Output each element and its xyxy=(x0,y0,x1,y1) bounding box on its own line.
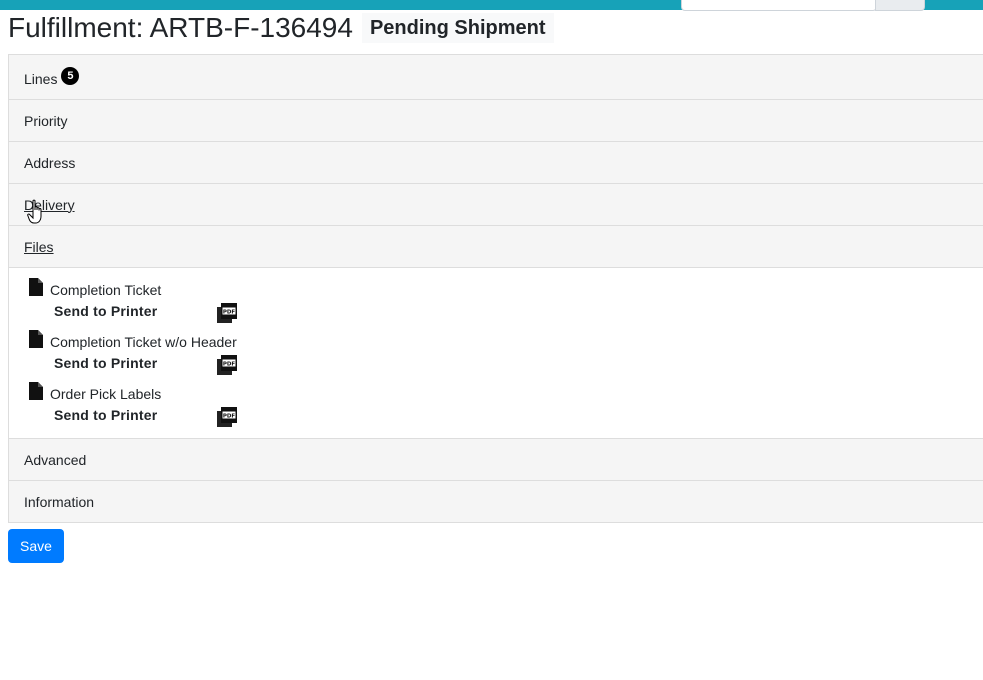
section-lines-header[interactable]: Lines 5 xyxy=(8,54,983,99)
top-navbar xyxy=(0,0,983,11)
svg-text:PDF: PDF xyxy=(223,414,236,420)
section-priority-label: Priority xyxy=(24,112,68,129)
section-address-label: Address xyxy=(24,154,76,171)
file-name: Completion Ticket xyxy=(50,282,162,298)
section-files-header[interactable]: Files xyxy=(8,225,983,267)
page-title: Fulfillment: ARTB-F-136494 xyxy=(8,12,353,43)
section-information-label: Information xyxy=(24,493,95,510)
save-button[interactable]: Save xyxy=(8,529,64,563)
section-address-header[interactable]: Address xyxy=(8,141,983,183)
pdf-icon[interactable]: PDF xyxy=(217,303,237,323)
pdf-icon[interactable]: PDF xyxy=(217,355,237,375)
title-row: Fulfillment: ARTB-F-136494 Pending Shipm… xyxy=(8,10,554,46)
file-name: Order Pick Labels xyxy=(50,386,162,402)
hand-pointer-cursor-icon xyxy=(27,199,42,224)
section-information-header[interactable]: Information xyxy=(8,480,983,522)
file-name: Completion Ticket w/o Header xyxy=(50,334,237,350)
section-files-body: Completion Ticket Send to Printer PDF Co… xyxy=(8,267,983,438)
file-item: Completion Ticket Send to Printer PDF xyxy=(29,278,983,330)
file-item: Order Pick Labels Send to Printer PDF xyxy=(29,382,983,434)
section-priority-header[interactable]: Priority xyxy=(8,99,983,141)
file-item: Completion Ticket w/o Header Send to Pri… xyxy=(29,330,983,382)
send-to-printer-button[interactable]: Send to Printer xyxy=(54,407,157,423)
search-input[interactable] xyxy=(681,0,877,11)
svg-text:PDF: PDF xyxy=(223,310,236,316)
file-icon xyxy=(29,330,43,348)
fulfillment-accordion: Lines 5 Priority Address Delivery Files … xyxy=(8,54,983,523)
status-badge: Pending Shipment xyxy=(361,13,554,43)
send-to-printer-button[interactable]: Send to Printer xyxy=(54,355,157,371)
section-delivery-header[interactable]: Delivery xyxy=(8,183,983,225)
file-icon xyxy=(29,382,43,400)
svg-text:PDF: PDF xyxy=(223,362,236,368)
lines-count-badge: 5 xyxy=(61,67,80,85)
accordion-bottom-border xyxy=(8,522,983,523)
section-advanced-header[interactable]: Advanced xyxy=(8,438,983,480)
section-advanced-label: Advanced xyxy=(24,451,87,468)
send-to-printer-button[interactable]: Send to Printer xyxy=(54,303,157,319)
pdf-icon[interactable]: PDF xyxy=(217,407,237,427)
search-button[interactable] xyxy=(875,0,925,11)
section-lines-label: Lines xyxy=(24,71,58,87)
section-files-label: Files xyxy=(24,238,54,255)
file-icon xyxy=(29,278,43,296)
